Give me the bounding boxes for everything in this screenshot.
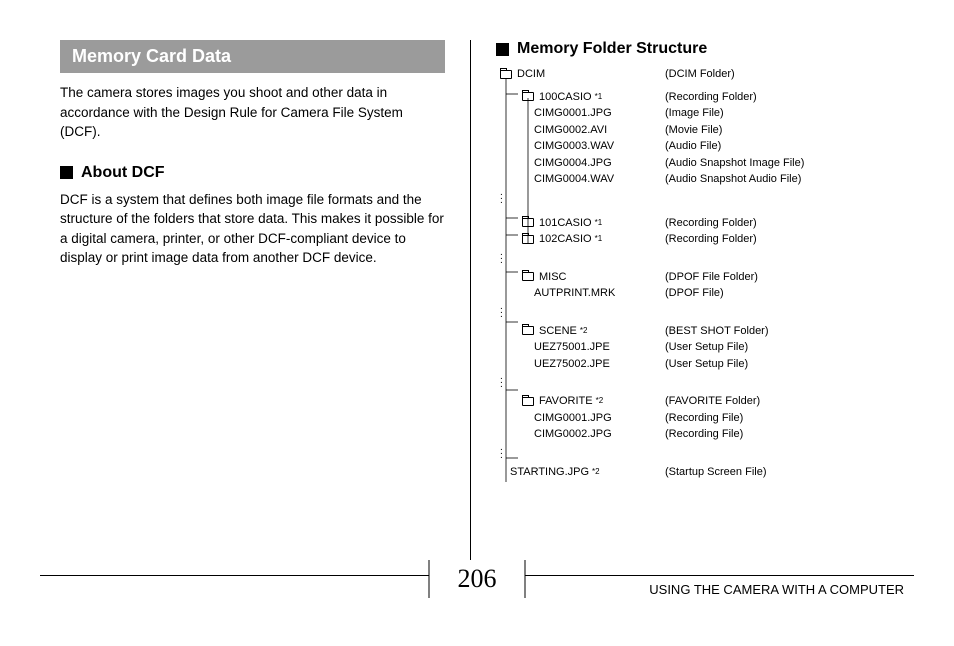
about-heading-text: About DCF bbox=[81, 164, 165, 182]
tree-row-favorite: FAVORITE*2 (FAVORITE Folder) bbox=[500, 393, 900, 410]
left-column: Memory Card Data The camera stores image… bbox=[60, 40, 470, 560]
tree-row-file: CIMG0004.JPG (Audio Snapshot Image File) bbox=[500, 155, 900, 172]
superscript: *1 bbox=[595, 91, 603, 103]
folder-label: 101CASIO bbox=[539, 215, 592, 232]
tree-vdots: ... bbox=[500, 188, 900, 209]
tree-row-starting: STARTING.JPG*2 (Startup Screen File) bbox=[500, 464, 900, 481]
file-label: CIMG0002.JPG bbox=[534, 426, 612, 443]
file-label: UEZ75001.JPE bbox=[534, 339, 610, 356]
footer-section-title: USING THE CAMERA WITH A COMPUTER bbox=[649, 582, 904, 597]
tree-row-file: CIMG0001.JPG (Recording File) bbox=[500, 410, 900, 427]
folder-icon bbox=[522, 272, 534, 281]
tree-row-file: CIMG0003.WAV (Audio File) bbox=[500, 138, 900, 155]
tree-row-file: CIMG0002.AVI (Movie File) bbox=[500, 122, 900, 139]
tree-row-dcim: DCIM (DCIM Folder) bbox=[500, 66, 900, 83]
folder-desc: (Recording Folder) bbox=[665, 89, 757, 106]
file-desc: (DPOF File) bbox=[665, 285, 724, 302]
folder-icon bbox=[522, 218, 534, 227]
about-paragraph: DCF is a system that defines both image … bbox=[60, 190, 445, 268]
file-desc: (Audio Snapshot Audio File) bbox=[665, 171, 801, 188]
folder-label: 102CASIO bbox=[539, 231, 592, 248]
tree-vdots: ... bbox=[500, 443, 900, 464]
folder-icon bbox=[522, 326, 534, 335]
file-label: CIMG0002.AVI bbox=[534, 122, 607, 139]
folder-structure-heading: Memory Folder Structure bbox=[496, 40, 900, 58]
square-bullet-icon bbox=[496, 43, 509, 56]
about-dcf-heading: About DCF bbox=[60, 164, 445, 182]
file-desc: (User Setup File) bbox=[665, 339, 748, 356]
folder-icon bbox=[522, 235, 534, 244]
folder-label: FAVORITE bbox=[539, 393, 593, 410]
tree-row-102casio: 102CASIO*1 (Recording Folder) bbox=[500, 231, 900, 248]
file-desc: (Movie File) bbox=[665, 122, 722, 139]
section-banner: Memory Card Data bbox=[60, 40, 445, 73]
file-desc: (User Setup File) bbox=[665, 356, 748, 373]
page-content: Memory Card Data The camera stores image… bbox=[0, 0, 954, 570]
file-label: UEZ75002.JPE bbox=[534, 356, 610, 373]
file-label: STARTING.JPG bbox=[510, 464, 589, 481]
tree-row-file: AUTPRINT.MRK (DPOF File) bbox=[500, 285, 900, 302]
folder-desc: (Recording Folder) bbox=[665, 231, 757, 248]
folder-desc: (DCIM Folder) bbox=[665, 66, 735, 83]
file-label: CIMG0004.JPG bbox=[534, 155, 612, 172]
right-heading-text: Memory Folder Structure bbox=[517, 40, 707, 58]
superscript: *1 bbox=[595, 233, 603, 245]
folder-tree: DCIM (DCIM Folder) 100CASIO*1 (Recording… bbox=[500, 66, 900, 480]
superscript: *2 bbox=[592, 466, 600, 478]
file-label: CIMG0001.JPG bbox=[534, 105, 612, 122]
tree-row-scene: SCENE*2 (BEST SHOT Folder) bbox=[500, 323, 900, 340]
tree-row-file: CIMG0004.WAV (Audio Snapshot Audio File) bbox=[500, 171, 900, 188]
tree-vdots: ... bbox=[500, 302, 900, 323]
file-label: CIMG0001.JPG bbox=[534, 410, 612, 427]
file-desc: (Audio Snapshot Image File) bbox=[665, 155, 804, 172]
tree-vdots: ... bbox=[500, 372, 900, 393]
file-desc: (Recording File) bbox=[665, 410, 743, 427]
file-label: AUTPRINT.MRK bbox=[534, 285, 615, 302]
folder-label: SCENE bbox=[539, 323, 577, 340]
file-desc: (Recording File) bbox=[665, 426, 743, 443]
file-desc: (Startup Screen File) bbox=[665, 464, 766, 481]
tree-row-100casio: 100CASIO*1 (Recording Folder) bbox=[500, 89, 900, 106]
folder-icon bbox=[522, 397, 534, 406]
file-label: CIMG0003.WAV bbox=[534, 138, 614, 155]
superscript: *2 bbox=[580, 325, 588, 337]
folder-label: 100CASIO bbox=[539, 89, 592, 106]
tree-row-misc: MISC (DPOF File Folder) bbox=[500, 269, 900, 286]
right-column: Memory Folder Structure DCIM bbox=[470, 40, 900, 560]
file-desc: (Image File) bbox=[665, 105, 724, 122]
folder-desc: (FAVORITE Folder) bbox=[665, 393, 760, 410]
tree-row-file: CIMG0001.JPG (Image File) bbox=[500, 105, 900, 122]
tree-row-file: CIMG0002.JPG (Recording File) bbox=[500, 426, 900, 443]
folder-desc: (DPOF File Folder) bbox=[665, 269, 758, 286]
file-label: CIMG0004.WAV bbox=[534, 171, 614, 188]
tree-row-101casio: 101CASIO*1 (Recording Folder) bbox=[500, 215, 900, 232]
file-desc: (Audio File) bbox=[665, 138, 721, 155]
folder-icon bbox=[500, 70, 512, 79]
page-number: 206 bbox=[429, 560, 526, 598]
tree-row-file: UEZ75001.JPE (User Setup File) bbox=[500, 339, 900, 356]
superscript: *2 bbox=[596, 395, 604, 407]
square-bullet-icon bbox=[60, 166, 73, 179]
tree-vdots: ... bbox=[500, 248, 900, 269]
folder-desc: (BEST SHOT Folder) bbox=[665, 323, 769, 340]
folder-label: MISC bbox=[539, 269, 567, 286]
folder-desc: (Recording Folder) bbox=[665, 215, 757, 232]
superscript: *1 bbox=[595, 217, 603, 229]
folder-label: DCIM bbox=[517, 66, 545, 83]
intro-paragraph: The camera stores images you shoot and o… bbox=[60, 83, 445, 142]
folder-icon bbox=[522, 92, 534, 101]
tree-row-file: UEZ75002.JPE (User Setup File) bbox=[500, 356, 900, 373]
